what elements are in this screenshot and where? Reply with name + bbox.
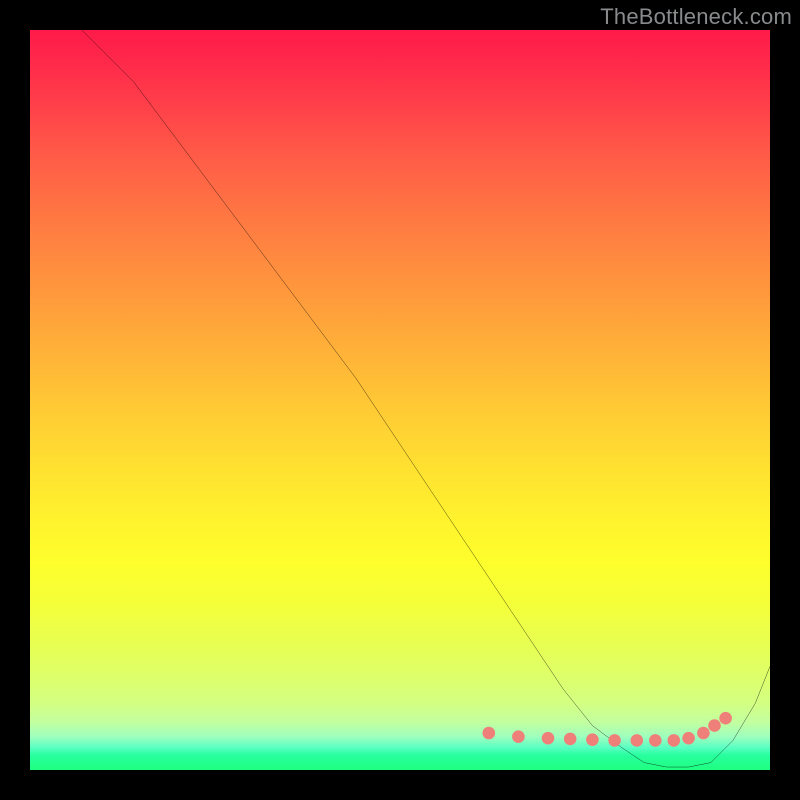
curve-line — [82, 30, 770, 767]
watermark-text: TheBottleneck.com — [600, 4, 792, 30]
data-point — [682, 732, 695, 745]
data-point — [483, 727, 496, 740]
data-point — [564, 733, 577, 746]
plot-area — [30, 30, 770, 770]
data-point — [586, 733, 599, 746]
data-point — [608, 734, 621, 747]
marker-group — [483, 712, 732, 747]
data-point — [631, 734, 644, 747]
chart-container: TheBottleneck.com — [0, 0, 800, 800]
data-point — [542, 732, 555, 745]
data-point — [512, 730, 525, 743]
data-point — [719, 712, 732, 725]
chart-svg — [30, 30, 770, 770]
data-point — [649, 734, 662, 747]
data-point — [697, 727, 710, 740]
data-point — [668, 734, 681, 747]
data-point — [708, 719, 721, 732]
